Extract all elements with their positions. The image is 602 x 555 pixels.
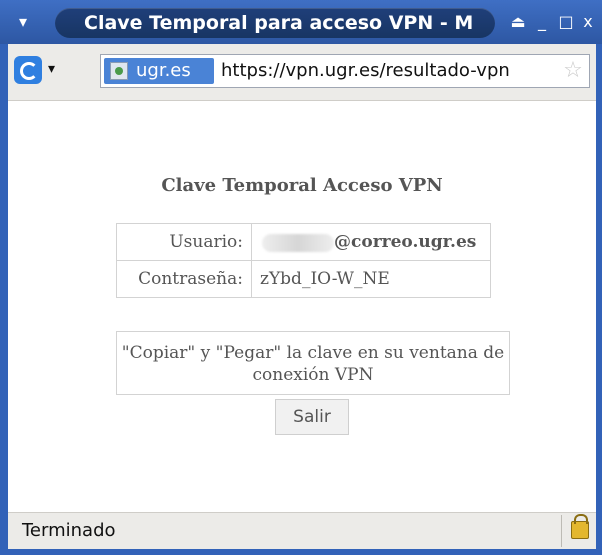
password-value: zYbd_IO-W_NE — [251, 260, 491, 298]
site-identity-icon — [110, 62, 128, 80]
password-label: Contraseña: — [116, 260, 252, 298]
url-bar[interactable]: ugr.es https://vpn.ugr.es/resultado-vpn … — [100, 54, 590, 88]
page-content: Clave Temporal Acceso VPN Usuario: @corr… — [8, 101, 596, 512]
page-title: Clave Temporal Acceso VPN — [161, 175, 443, 196]
status-text: Terminado — [22, 520, 116, 541]
window-title: Clave Temporal para acceso VPN - M — [84, 12, 474, 34]
maximize-button[interactable]: □ — [556, 11, 576, 33]
window-menu-icon[interactable]: ▾ — [10, 11, 36, 33]
chevron-down-icon[interactable]: ▾ — [48, 60, 62, 78]
url-input[interactable]: https://vpn.ugr.es/resultado-vpn — [221, 55, 555, 87]
security-indicator[interactable] — [561, 514, 594, 547]
eject-icon[interactable]: ⏏ — [508, 11, 528, 33]
window-right-border — [596, 44, 602, 555]
username-value: @correo.ugr.es — [251, 223, 491, 261]
duckduckgo-icon[interactable] — [14, 56, 42, 84]
email-domain: @correo.ugr.es — [334, 232, 477, 252]
table-row: Usuario: @correo.ugr.es — [116, 223, 491, 261]
minimize-button[interactable]: _ — [532, 11, 552, 33]
instruction-note: "Copiar" y "Pegar" la clave en su ventan… — [116, 331, 510, 395]
lock-icon — [571, 514, 589, 539]
window-titlebar: ▾ Clave Temporal para acceso VPN - M ⏏ _… — [0, 0, 602, 44]
redacted-username — [262, 233, 334, 252]
bookmark-star-icon[interactable]: ☆ — [560, 58, 586, 84]
credentials-table: Usuario: @correo.ugr.es Contraseña: zYbd… — [116, 223, 491, 298]
navigation-toolbar: ▾ ugr.es https://vpn.ugr.es/resultado-vp… — [8, 44, 596, 101]
close-button[interactable]: x — [578, 11, 598, 33]
site-identity-button[interactable]: ugr.es — [104, 58, 214, 84]
duckduckgo-glyph — [20, 62, 38, 80]
table-row: Contraseña: zYbd_IO-W_NE — [116, 260, 491, 298]
window-left-border — [0, 44, 8, 555]
site-name: ugr.es — [136, 60, 191, 81]
username-label: Usuario: — [116, 223, 252, 261]
status-bar: Terminado — [8, 512, 596, 550]
window-bottom-border — [0, 549, 602, 555]
exit-button[interactable]: Salir — [275, 399, 349, 435]
